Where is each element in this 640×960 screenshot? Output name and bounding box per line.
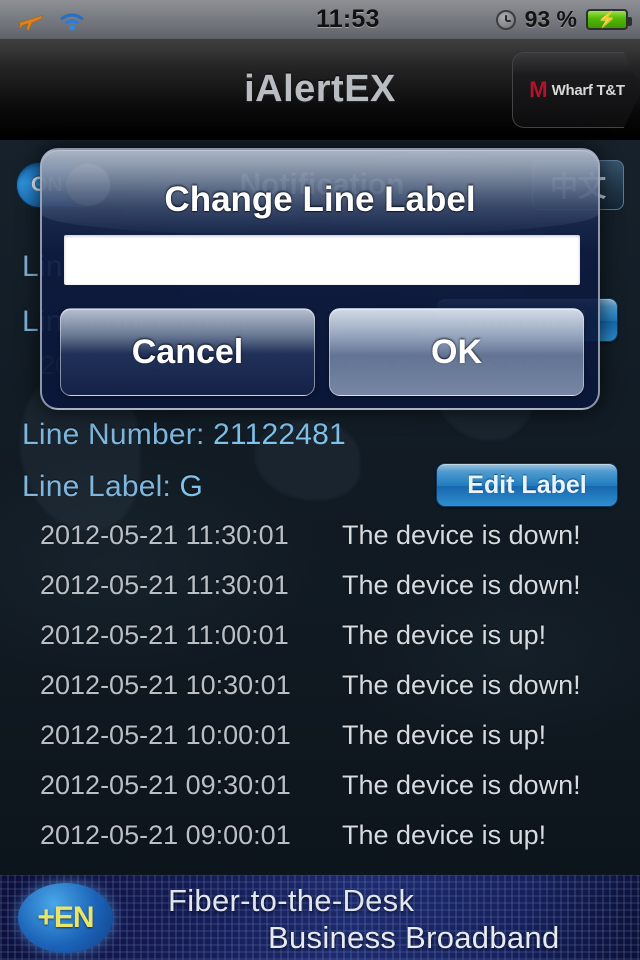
status-bar-right: 93 % ⚡	[495, 6, 640, 33]
nav-bar: iAlertEX M Wharf T&T	[0, 40, 640, 140]
cancel-button-label: Cancel	[131, 332, 244, 371]
log-row: 2012-05-21 11:00:01 The device is up!	[0, 610, 640, 660]
log-time: 2012-05-21 10:00:01	[40, 719, 291, 750]
log-row: 2012-05-21 09:30:01 The device is down!	[0, 760, 640, 810]
line-number-value: 21122481	[213, 418, 346, 451]
log-message: The device is up!	[342, 619, 547, 650]
wharf-mark-icon: M	[529, 77, 548, 102]
status-bar-clock: 11:53	[316, 5, 380, 33]
status-bar: 11:53 93 % ⚡	[0, 0, 640, 40]
wifi-icon	[60, 13, 84, 31]
line-label-text: Line Label: G	[22, 470, 203, 504]
log-message: The device is up!	[342, 819, 547, 850]
line-number-prefix: Line Number:	[22, 418, 214, 451]
line-label-value: G	[179, 470, 204, 503]
log-time: 2012-05-21 11:00:01	[40, 619, 289, 650]
line-number-row: Line Number: 21122481	[22, 418, 346, 452]
log-message: The device is down!	[342, 769, 581, 800]
change-line-label-dialog: Change Line Label Cancel OK	[40, 148, 600, 410]
status-bar-left	[0, 8, 200, 32]
dialog-title: Change Line Label	[164, 180, 476, 219]
line-label-prefix: Line Label:	[22, 470, 180, 503]
cancel-button[interactable]: Cancel	[60, 308, 315, 396]
wharf-logo[interactable]: M Wharf T&T	[512, 52, 640, 128]
log-message: The device is down!	[342, 569, 581, 600]
dialog-button-row: Cancel OK	[60, 308, 584, 396]
airplane-icon	[18, 14, 43, 30]
log-row: 2012-05-21 09:00:01 The device is up!	[0, 810, 640, 860]
log-row: 2012-05-21 11:30:01 The device is down!	[0, 560, 640, 610]
clock-icon	[495, 9, 516, 30]
log-time: 2012-05-21 09:00:01	[40, 819, 291, 850]
ad-logo-text: +EN	[37, 901, 94, 934]
line-number-text: Line Number: 21122481	[22, 418, 346, 452]
log-message: The device is down!	[342, 669, 581, 700]
log-message: The device is down!	[342, 519, 581, 550]
edit-label-button-text: Edit Label	[467, 470, 587, 499]
wharf-logo-text: Wharf T&T	[551, 81, 625, 99]
lightning-bolt-icon: ⚡	[597, 11, 617, 28]
event-log-list: 2012-05-21 11:30:01 The device is down! 20…	[0, 510, 640, 860]
battery-percent: 93 %	[524, 6, 577, 32]
log-row: 2012-05-21 10:30:01 The device is down!	[0, 660, 640, 710]
ad-headline-1: Fiber-to-the-Desk	[168, 883, 415, 918]
log-time: 2012-05-21 11:30:01	[40, 519, 289, 550]
page-title: iAlertEX	[244, 68, 396, 110]
log-row: 2012-05-21 10:00:01 The device is up!	[0, 710, 640, 760]
log-time: 2012-05-21 09:30:01	[40, 769, 291, 800]
ad-banner[interactable]: +EN Fiber-to-the-Desk Business Broadband	[0, 875, 640, 960]
ok-button[interactable]: OK	[329, 308, 584, 396]
log-time: 2012-05-21 10:30:01	[40, 669, 291, 700]
app-root: 11:53 93 % ⚡ iAlertEX M Wharf T&T ON	[0, 0, 640, 960]
log-message: The device is up!	[342, 719, 547, 750]
edit-label-button[interactable]: Edit Label	[436, 463, 618, 507]
ad-headline-2: Business Broadband	[268, 920, 560, 955]
line-label-input[interactable]	[64, 235, 580, 285]
status-bar-center: 11:53	[200, 5, 496, 34]
line-label-row: Line Label: G	[22, 470, 203, 504]
log-time: 2012-05-21 11:30:01	[40, 569, 289, 600]
battery-charging-icon: ⚡	[586, 9, 632, 30]
ok-button-label: OK	[431, 332, 482, 371]
ad-logo-icon: +EN	[18, 883, 113, 953]
log-row: 2012-05-21 11:30:01 The device is down!	[0, 510, 640, 560]
